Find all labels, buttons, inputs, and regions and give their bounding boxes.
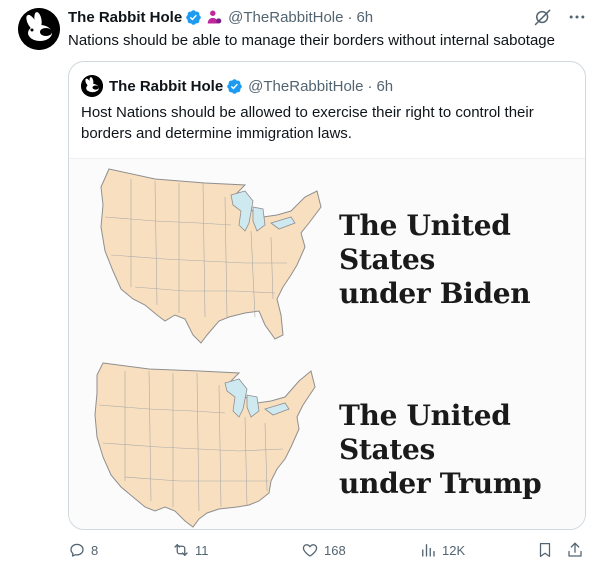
avatar[interactable] <box>18 8 60 50</box>
post-time[interactable]: 6h <box>356 9 373 26</box>
share-icon <box>568 542 582 557</box>
views-button[interactable]: 12K <box>419 541 465 559</box>
separator-dot: · <box>367 77 373 95</box>
bottom-caption: The United States under Trump <box>339 399 585 501</box>
verified-badge-icon <box>226 78 243 95</box>
bookmark-icon <box>539 542 551 558</box>
post[interactable]: The Rabbit Hole @TheRabbitHole · 6h Nati… <box>0 0 599 569</box>
affiliate-person-icon[interactable] <box>206 9 223 26</box>
repost-count: 11 <box>195 542 209 558</box>
quoted-post-text: Host Nations should be allowed to exerci… <box>81 104 534 142</box>
views-chart-icon <box>422 544 435 557</box>
verified-badge-icon[interactable] <box>185 9 202 26</box>
quoted-author-handle: @TheRabbitHole <box>248 77 364 95</box>
repost-button[interactable]: 11 <box>172 541 209 559</box>
rabbit-logo-icon <box>18 8 60 50</box>
bookmark-button[interactable] <box>536 541 554 559</box>
author-handle[interactable]: @TheRabbitHole <box>228 9 343 26</box>
bottom-caption-line2: under Trump <box>339 467 542 500</box>
quoted-post[interactable]: The Rabbit Hole @TheRabbitHole · 6h Host… <box>68 61 586 530</box>
heart-icon <box>302 544 318 557</box>
bottom-caption-line1: The United States <box>339 399 511 466</box>
us-map-bottom <box>94 362 316 528</box>
grok-icon[interactable] <box>533 7 553 27</box>
reply-count: 8 <box>91 542 99 558</box>
top-caption-line1: The United States <box>339 209 511 276</box>
rabbit-logo-icon <box>81 75 103 97</box>
reply-button[interactable]: 8 <box>68 541 98 559</box>
post-header: The Rabbit Hole @TheRabbitHole · 6h <box>68 7 373 27</box>
post-top-actions <box>533 7 587 27</box>
like-button[interactable]: 168 <box>301 541 346 559</box>
more-options-icon[interactable] <box>567 7 587 27</box>
quoted-image[interactable]: The United States under Biden The United… <box>69 158 585 529</box>
quoted-post-header: The Rabbit Hole @TheRabbitHole · 6h <box>81 75 394 97</box>
views-count: 12K <box>442 542 466 558</box>
action-bar: 8 11 168 12K <box>68 541 586 563</box>
share-button[interactable] <box>566 541 584 559</box>
post-text: Nations should be able to manage their b… <box>68 32 555 49</box>
author-name[interactable]: The Rabbit Hole <box>68 9 182 26</box>
quoted-author-name[interactable]: The Rabbit Hole <box>109 78 223 95</box>
like-count: 168 <box>324 542 346 558</box>
us-map-top <box>100 168 322 344</box>
top-caption-line2: under Biden <box>339 277 531 310</box>
quoted-post-time: 6h <box>376 77 394 95</box>
quoted-avatar[interactable] <box>81 75 103 97</box>
separator-dot: · <box>347 8 353 26</box>
reply-icon <box>70 543 84 557</box>
top-caption: The United States under Biden <box>339 209 585 311</box>
repost-icon <box>174 544 188 556</box>
